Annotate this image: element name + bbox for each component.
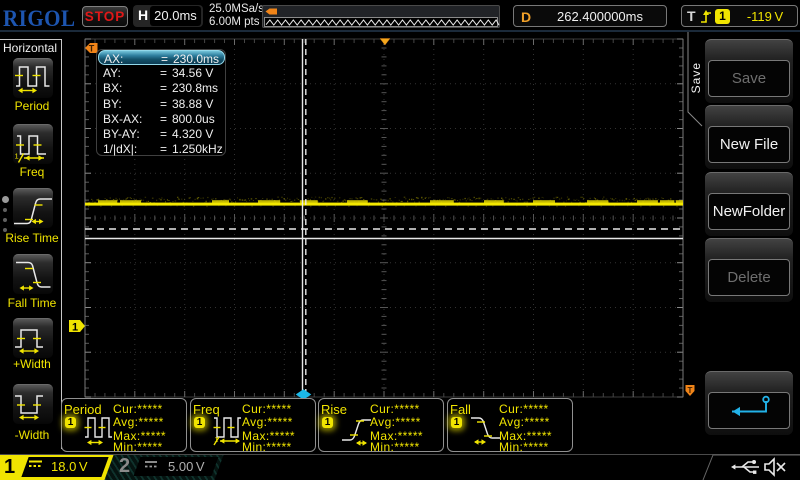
svg-text:T: T	[688, 386, 693, 395]
svg-text:T: T	[89, 44, 95, 54]
svg-text:1: 1	[15, 152, 19, 161]
svg-text:1: 1	[214, 435, 218, 444]
svg-text:1: 1	[72, 322, 78, 334]
